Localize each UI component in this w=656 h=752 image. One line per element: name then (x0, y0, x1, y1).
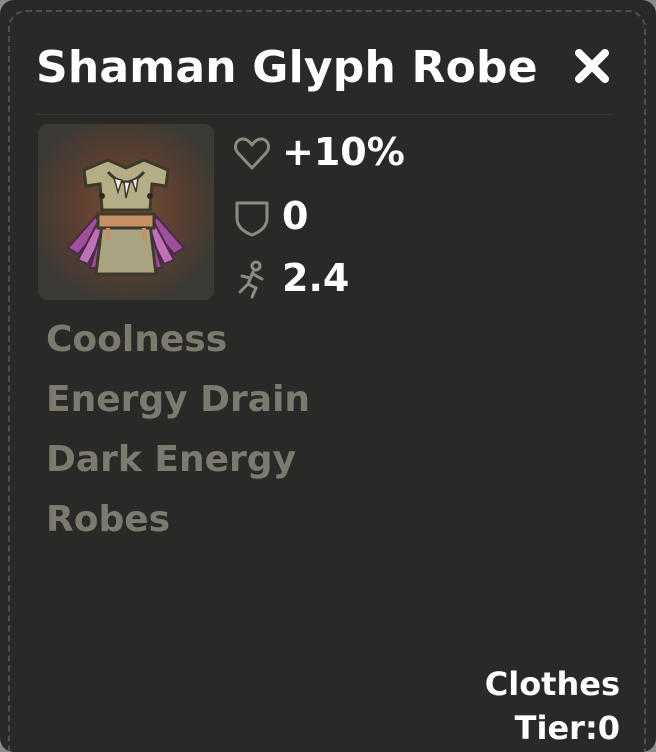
item-category: Clothes (484, 665, 620, 703)
heart-icon (234, 137, 270, 170)
item-tag-list: Coolness Energy Drain Dark Energy Robes (46, 310, 310, 550)
item-tooltip-panel: Shaman Glyph Robe +10% 0 2.4 Coolness En… (0, 0, 656, 752)
shaman-glyph-robe-icon (38, 124, 214, 300)
shield-icon (235, 201, 269, 237)
item-tier: Tier:0 (514, 709, 620, 747)
item-slot (38, 124, 214, 300)
title-divider (36, 114, 614, 115)
close-button[interactable] (570, 44, 614, 88)
item-title: Shaman Glyph Robe (36, 42, 538, 93)
running-figure-icon (238, 260, 264, 299)
item-tag: Robes (46, 499, 171, 540)
stat-value-armor: 0 (282, 194, 309, 238)
stat-value-health: +10% (282, 130, 405, 174)
item-meta: Clothes Tier:0 (485, 662, 620, 750)
item-tag: Dark Energy (46, 439, 297, 480)
item-tag: Coolness (46, 319, 228, 360)
stat-value-speed: 2.4 (282, 256, 350, 300)
item-tag: Energy Drain (46, 379, 311, 420)
close-icon (575, 49, 609, 83)
